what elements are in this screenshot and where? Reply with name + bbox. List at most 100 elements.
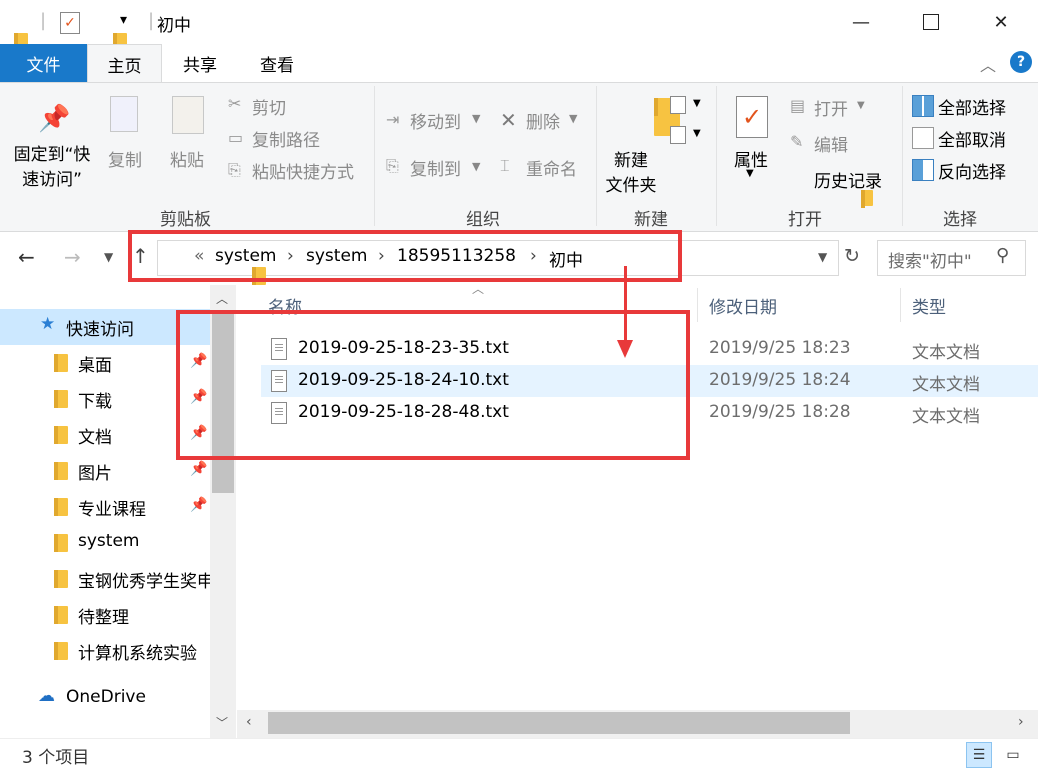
- column-divider[interactable]: [900, 288, 901, 322]
- sort-ascending-icon: ︿: [472, 282, 485, 296]
- nav-item-scholarship[interactable]: 宝钢优秀学生奖申: [0, 561, 210, 597]
- delete-button[interactable]: 删除: [526, 108, 560, 133]
- close-button[interactable]: ✕: [978, 0, 1024, 44]
- open-group-label: 打开: [788, 210, 822, 230]
- select-none-button[interactable]: 全部取消: [938, 126, 1006, 151]
- item-count: 3 个项目: [22, 748, 90, 768]
- search-placeholder: 搜索"初中": [888, 252, 972, 272]
- copy-button[interactable]: 复制: [108, 146, 142, 171]
- star-icon: ★: [40, 314, 56, 334]
- chevron-down-icon: ▼: [857, 100, 865, 111]
- folder-icon: [54, 642, 68, 660]
- properties-quick-icon[interactable]: ✓: [60, 12, 80, 34]
- nav-item-label: 宝钢优秀学生奖申: [78, 572, 210, 592]
- ribbon: [0, 82, 1038, 232]
- nav-item-label: 图片: [78, 464, 112, 484]
- file-type: 文本文档: [912, 407, 980, 427]
- scroll-right-icon[interactable]: ›: [1018, 714, 1024, 730]
- nav-item-to-organize[interactable]: 待整理: [0, 597, 210, 633]
- nav-item-label: 下载: [78, 392, 112, 412]
- copy-path-button[interactable]: 复制路径: [252, 126, 320, 151]
- delete-icon: ✕: [500, 108, 517, 132]
- scroll-up-icon[interactable]: ︿: [216, 290, 228, 307]
- horizontal-scrollbar-thumb[interactable]: [268, 712, 850, 734]
- annotation-arrow-head: [617, 340, 633, 358]
- rename-button[interactable]: 重命名: [526, 155, 577, 180]
- divider: |: [148, 10, 155, 31]
- nav-item-label: 待整理: [78, 608, 129, 628]
- invert-selection-button[interactable]: 反向选择: [938, 158, 1006, 183]
- folder-icon: [54, 606, 68, 624]
- pin-icon[interactable]: 📌: [190, 461, 207, 477]
- move-to-button[interactable]: 移动到: [410, 108, 461, 133]
- file-modified: 2019/9/25 18:28: [709, 402, 851, 422]
- tab-file[interactable]: 文件: [0, 44, 87, 82]
- new-item-icon[interactable]: [670, 96, 686, 114]
- select-group-label: 选择: [943, 210, 977, 230]
- address-dropdown-icon[interactable]: ▼: [818, 250, 827, 264]
- column-header-type[interactable]: 类型: [912, 293, 946, 318]
- large-icons-view-icon[interactable]: ▭: [1000, 742, 1026, 768]
- cloud-icon: ☁: [38, 686, 55, 706]
- folder-icon: [54, 498, 68, 516]
- collapse-ribbon-icon[interactable]: ︿: [980, 52, 996, 76]
- chevron-down-icon: ▼: [693, 128, 701, 139]
- downloads-icon: [54, 390, 68, 408]
- pin-to-quick-access-button[interactable]: 固定到“快 速访问”: [6, 140, 98, 190]
- edit-button[interactable]: 编辑: [814, 131, 848, 156]
- new-folder-button[interactable]: 新建 文件夹: [600, 146, 662, 196]
- forward-icon[interactable]: →: [64, 245, 81, 269]
- group-separator: [716, 86, 717, 226]
- new-folder-label-2: 文件夹: [605, 176, 657, 196]
- copy-to-button[interactable]: 复制到: [410, 155, 461, 180]
- nav-item-onedrive[interactable]: ☁ OneDrive: [0, 681, 210, 717]
- divider: |: [40, 10, 47, 31]
- pin-icon[interactable]: 📌: [190, 497, 207, 513]
- paste-button[interactable]: 粘贴: [170, 146, 204, 171]
- nav-item-courses[interactable]: 专业课程 📌: [0, 489, 210, 525]
- cut-button[interactable]: 剪切: [252, 94, 286, 119]
- column-header-modified[interactable]: 修改日期: [709, 293, 777, 318]
- tab-home[interactable]: 主页: [87, 44, 162, 83]
- copy-to-icon: ⎘: [386, 156, 399, 175]
- refresh-icon[interactable]: ↻: [844, 245, 860, 267]
- edit-icon: ✎: [790, 132, 804, 151]
- easy-access-icon[interactable]: [670, 126, 686, 144]
- back-icon[interactable]: ←: [18, 245, 35, 269]
- customize-quick-access-icon[interactable]: ▾: [120, 12, 127, 28]
- paste-shortcut-button[interactable]: 粘贴快捷方式: [252, 158, 354, 183]
- tab-view[interactable]: 查看: [245, 44, 309, 82]
- open-button[interactable]: 打开: [814, 95, 848, 120]
- search-input[interactable]: 搜索"初中" ⚲: [877, 240, 1026, 276]
- history-button[interactable]: 历史记录: [814, 167, 882, 192]
- chevron-down-icon: ▼: [746, 168, 754, 179]
- column-divider[interactable]: [697, 288, 698, 322]
- invert-selection-icon: [912, 159, 934, 181]
- scroll-down-icon[interactable]: ﹀: [216, 714, 228, 731]
- documents-icon: [54, 426, 68, 444]
- file-type: 文本文档: [912, 375, 980, 395]
- folder-icon: [54, 534, 68, 552]
- tab-share[interactable]: 共享: [168, 44, 232, 82]
- select-all-button[interactable]: 全部选择: [938, 94, 1006, 119]
- file-modified: 2019/9/25 18:23: [709, 338, 851, 358]
- select-all-icon: [912, 95, 934, 117]
- pin-label-2: 速访问”: [22, 170, 82, 190]
- nav-item-computer-lab[interactable]: 计算机系统实验: [0, 633, 210, 669]
- pin-label-1: 固定到“快: [13, 145, 91, 165]
- details-view-icon[interactable]: ☰: [966, 742, 992, 768]
- chevron-down-icon: ▼: [693, 98, 701, 109]
- copy-path-icon: ▭: [228, 128, 244, 147]
- new-folder-label-1: 新建: [614, 151, 648, 171]
- pin-icon: 📌: [38, 104, 71, 134]
- help-icon[interactable]: ?: [1010, 51, 1032, 73]
- nav-item-system[interactable]: system: [0, 525, 210, 561]
- scroll-left-icon[interactable]: ‹: [246, 714, 252, 730]
- nav-item-label: 计算机系统实验: [78, 644, 197, 664]
- open-icon: ▤: [790, 96, 806, 115]
- nav-item-label: 文档: [78, 428, 112, 448]
- maximize-button[interactable]: [908, 0, 954, 44]
- clipboard-group-label: 剪贴板: [160, 210, 211, 230]
- recent-locations-icon[interactable]: ▼: [104, 250, 113, 264]
- minimize-button[interactable]: —: [838, 0, 884, 44]
